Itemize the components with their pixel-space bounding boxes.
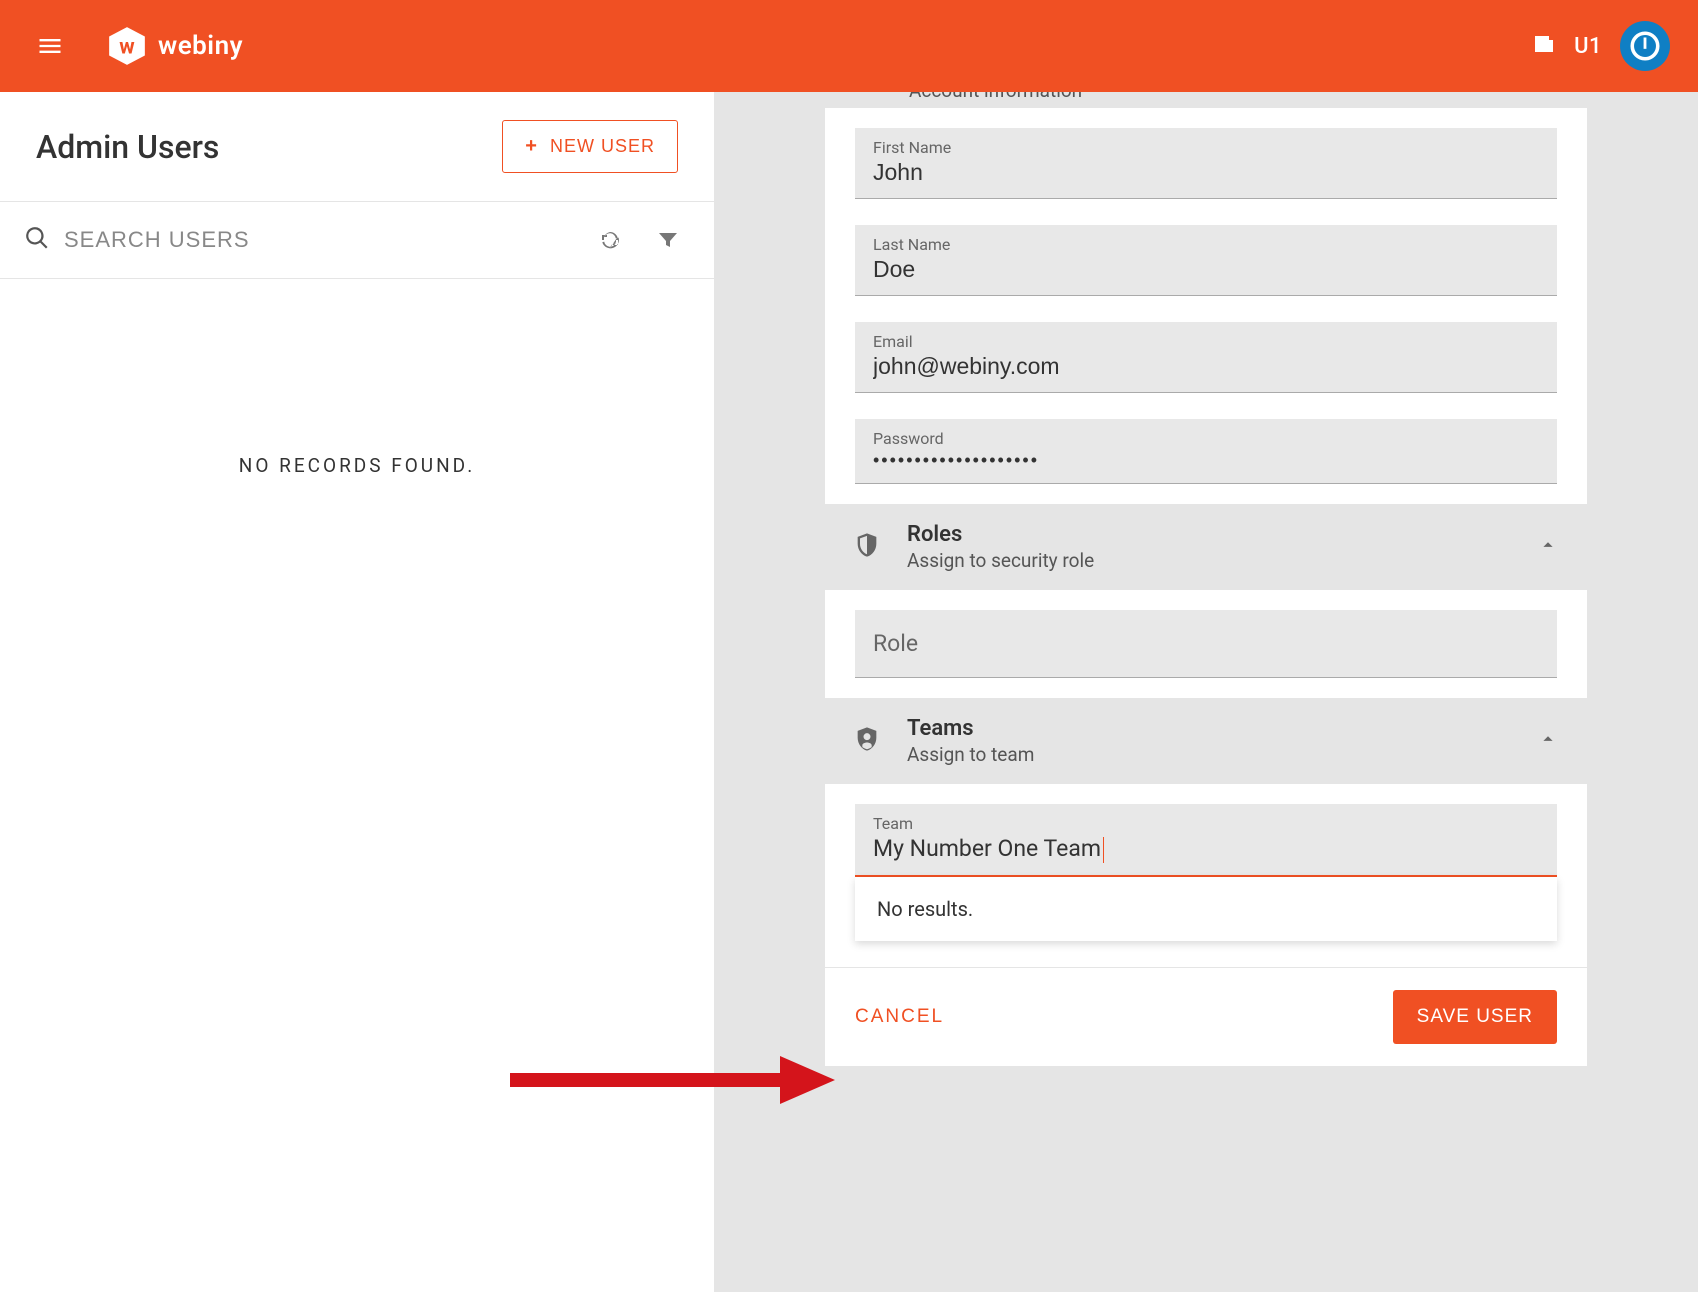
email-field[interactable]: Email (855, 322, 1557, 393)
text-cursor (1103, 837, 1104, 863)
left-panel-head: Admin Users + NEW USER (0, 92, 714, 202)
section-roles-subtitle: Assign to security role (907, 549, 1094, 572)
roles-body: Role (825, 590, 1587, 698)
team-label: Team (873, 814, 1539, 833)
avatar[interactable] (1620, 21, 1670, 71)
page-title: Admin Users (36, 128, 219, 166)
filter-button[interactable] (646, 218, 690, 262)
first-name-field[interactable]: First Name (855, 128, 1557, 199)
tenant-label[interactable]: U1 (1574, 34, 1602, 59)
shield-icon (853, 531, 881, 563)
email-label: Email (873, 332, 1539, 351)
last-name-input[interactable] (873, 256, 1539, 283)
first-name-input[interactable] (873, 159, 1539, 186)
password-label: Password (873, 429, 1539, 448)
save-user-button[interactable]: SAVE USER (1393, 990, 1557, 1044)
first-name-label: First Name (873, 138, 1539, 157)
search-icon (24, 225, 50, 255)
role-placeholder: Role (873, 630, 1539, 657)
role-field[interactable]: Role (855, 610, 1557, 678)
chevron-up-icon (1537, 534, 1559, 560)
cancel-button[interactable]: CANCEL (855, 1006, 944, 1028)
section-teams-header[interactable]: Teams Assign to team (825, 698, 1587, 784)
section-teams-title: Teams (907, 716, 1034, 741)
refresh-button[interactable] (588, 218, 632, 262)
teams-body: Team My Number One Team No results. (825, 784, 1587, 941)
team-dropdown-popup[interactable]: No results. (855, 877, 1557, 941)
form-footer: CANCEL SAVE USER (825, 967, 1587, 1066)
password-field[interactable]: Password (855, 419, 1557, 484)
section-teams-subtitle: Assign to team (907, 743, 1034, 766)
search-input[interactable] (64, 227, 574, 253)
header-right: U1 (1532, 21, 1670, 71)
new-user-label: NEW USER (550, 136, 655, 157)
search-row (0, 202, 714, 279)
empty-state: NO RECORDS FOUND. (0, 279, 714, 477)
password-input[interactable] (873, 450, 1539, 471)
section-roles-title: Roles (907, 522, 1094, 547)
team-input[interactable]: My Number One Team (873, 835, 1539, 863)
team-field[interactable]: Team My Number One Team (855, 804, 1557, 877)
section-roles-header[interactable]: Roles Assign to security role (825, 504, 1587, 590)
plus-icon: + (525, 135, 538, 158)
no-results-text: No results. (877, 897, 973, 921)
new-user-button[interactable]: + NEW USER (502, 120, 678, 173)
tenant-icon[interactable] (1532, 32, 1556, 60)
brand-logo: w webiny (106, 25, 243, 67)
brand-text: webiny (158, 31, 243, 61)
form-panel: Bio Account information First Name Last … (825, 50, 1587, 1066)
chevron-up-icon (1537, 728, 1559, 754)
email-input[interactable] (873, 353, 1539, 380)
last-name-label: Last Name (873, 235, 1539, 254)
menu-button[interactable] (28, 24, 72, 68)
last-name-field[interactable]: Last Name (855, 225, 1557, 296)
badge-icon (853, 725, 881, 757)
left-panel: Admin Users + NEW USER NO RECORDS FOUND. (0, 92, 715, 1292)
app-header: w webiny U1 (0, 0, 1698, 92)
logo-icon: w (106, 25, 148, 67)
svg-text:w: w (119, 35, 135, 59)
bio-body: First Name Last Name Email Password (825, 108, 1587, 504)
